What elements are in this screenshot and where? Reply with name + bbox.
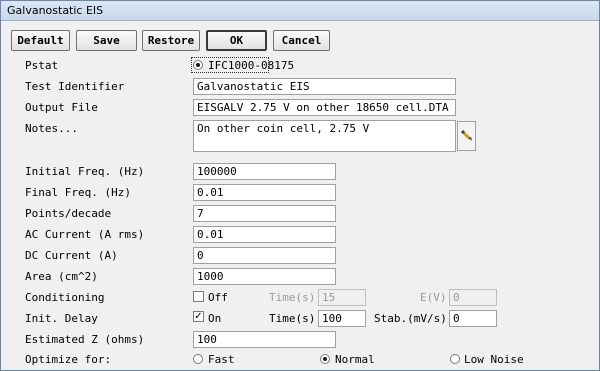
notes-label: Notes... [25,122,78,135]
conditioning-off-label[interactable]: Off [208,291,228,304]
points-decade-input[interactable]: 7 [193,205,336,222]
ok-button[interactable]: OK [206,30,267,51]
conditioning-label: Conditioning [25,291,105,304]
save-button[interactable]: Save [76,30,137,51]
test-identifier-label: Test Identifier [25,80,125,93]
optimize-fast-label[interactable]: Fast [208,353,235,366]
estimated-z-label: Estimated Z (ohms) [25,333,145,346]
galvanostatic-eis-window: Galvanostatic EIS Default Save Restore O… [0,0,600,371]
area-label: Area (cm^2) [25,270,98,283]
optimize-low-noise-label[interactable]: Low Noise [464,353,524,366]
dc-current-label: DC Current (A) [25,249,118,262]
pstat-label: Pstat [25,59,59,72]
test-identifier-input[interactable]: Galvanostatic EIS [193,78,456,95]
window-title: Galvanostatic EIS [7,4,104,17]
init-delay-time-label: Time(s) [269,312,316,325]
conditioning-checkbox[interactable] [193,291,204,302]
conditioning-ev-label: E(V) [420,291,447,304]
pencil-icon [460,129,472,141]
ac-current-input[interactable]: 0.01 [193,226,336,243]
conditioning-ev-input[interactable]: 0 [449,289,497,306]
optimize-low-noise-radio[interactable] [450,354,460,364]
optimize-for-label: Optimize for: [25,353,112,366]
notes-edit-button[interactable] [457,121,476,151]
init-delay-checkbox[interactable]: ✓ [193,311,204,322]
initial-freq-input[interactable]: 100000 [193,163,336,180]
final-freq-label: Final Freq. (Hz) [25,186,131,199]
ac-current-label: AC Current (A rms) [25,228,145,241]
initial-freq-label: Initial Freq. (Hz) [25,165,145,178]
init-delay-stab-input[interactable]: 0 [449,310,497,327]
optimize-normal-radio[interactable] [320,354,330,364]
init-delay-on-label[interactable]: On [208,312,221,325]
area-input[interactable]: 1000 [193,268,336,285]
notes-input[interactable]: On other coin cell, 2.75 V [193,120,456,152]
optimize-fast-radio[interactable] [193,354,203,364]
output-file-input[interactable]: EISGALV 2.75 V on other 18650 cell.DTA [193,99,456,116]
points-decade-label: Points/decade [25,207,112,220]
conditioning-time-input[interactable]: 15 [318,289,366,306]
init-delay-time-input[interactable]: 100 [318,310,366,327]
pstat-option-label[interactable]: IFC1000-08175 [208,59,294,72]
conditioning-time-label: Time(s) [269,291,316,304]
init-delay-label: Init. Delay [25,312,98,325]
dc-current-input[interactable]: 0 [193,247,336,264]
output-file-label: Output File [25,101,98,114]
final-freq-input[interactable]: 0.01 [193,184,336,201]
optimize-normal-label[interactable]: Normal [335,353,375,366]
default-button[interactable]: Default [11,30,70,51]
restore-button[interactable]: Restore [142,30,200,51]
cancel-button[interactable]: Cancel [273,30,330,51]
title-bar[interactable]: Galvanostatic EIS [1,1,599,21]
init-delay-stab-label: Stab.(mV/s) [374,312,447,325]
estimated-z-input[interactable]: 100 [193,331,336,348]
